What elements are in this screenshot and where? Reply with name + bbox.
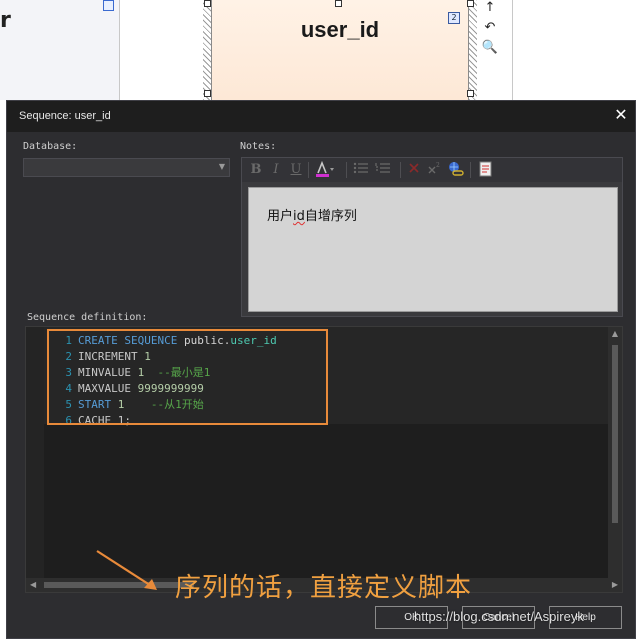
remove-format-icon[interactable] [406,161,422,178]
toolbar-divider [400,162,401,178]
svg-text:2: 2 [436,162,440,169]
numbered-list-icon[interactable] [374,161,392,178]
notes-misspelled-word: id [293,209,305,224]
notes-text-part: 用户 [267,209,294,224]
divider [512,0,513,100]
chevron-down-icon: ▼ [218,162,225,171]
document-edit-icon[interactable] [478,161,494,178]
sequence-definition-label: Sequence definition: [27,312,148,323]
notes-toolbar: B I U 2 [242,158,622,182]
diagram-canvas: r user_id 2 ↑ ↶ 🔍 [0,0,636,100]
notes-textarea[interactable]: 用户id自增序列 [248,187,618,312]
sequence-dialog: Sequence: user_id ✕ Database: ▼ Notes: B… [6,100,636,639]
annotation-highlight-box [47,329,328,425]
scroll-left-icon[interactable]: ◀ [30,580,36,589]
scroll-right-icon[interactable]: ▶ [612,580,618,589]
undo-icon[interactable]: ↶ [480,20,500,40]
notes-editor: B I U 2 用户id自增序列 [241,157,623,317]
toolbar-divider [346,162,347,178]
resize-handle[interactable] [467,0,474,7]
vertical-scrollbar[interactable]: ▲ [608,327,622,580]
resize-handle[interactable] [335,0,342,7]
notes-text: 用户id自增序列 [267,205,357,224]
superscript-icon[interactable]: 2 [426,161,442,178]
quick-tools: ↑ ↶ 🔍 [480,0,500,100]
database-select[interactable]: ▼ [23,158,230,177]
vertical-scroll-thumb[interactable] [612,345,618,523]
notes-label: Notes: [240,141,277,152]
editor-gutter [26,327,44,592]
text-color-icon[interactable] [314,160,336,178]
entity-badge-icon: 2 [448,12,460,24]
toolbar-divider [470,162,471,178]
dialog-title: Sequence: user_id [19,110,111,122]
left-element-label: r [0,8,11,33]
link-arrow-icon[interactable]: ↑ [480,0,500,20]
bullet-list-icon[interactable] [352,161,370,178]
underline-button[interactable]: U [288,161,304,178]
resize-handle[interactable] [204,0,211,7]
diagram-left-element[interactable]: r [0,0,120,100]
notes-text-part: 自增序列 [304,209,357,224]
annotation-arrow-icon [96,550,157,590]
close-icon[interactable]: ✕ [609,104,633,126]
bold-button[interactable]: B [248,161,264,178]
annotation-text: 序列的话，直接定义脚本 [175,573,473,603]
document-icon [103,0,114,11]
hyperlink-icon[interactable] [446,161,464,178]
database-label: Database: [23,141,78,152]
scroll-up-icon[interactable]: ▲ [608,329,622,338]
watermark: https://blog.csdn.net/Aspireyk [414,609,584,624]
italic-button[interactable]: I [268,161,284,178]
toolbar-divider [308,162,309,178]
entity-title: user_id [300,17,380,42]
resize-handle[interactable] [204,90,211,97]
zoom-icon[interactable]: 🔍 [480,40,500,60]
resize-handle[interactable] [467,90,474,97]
sequence-entity[interactable]: user_id 2 [211,0,469,100]
dialog-titlebar[interactable]: Sequence: user_id ✕ [7,101,635,132]
